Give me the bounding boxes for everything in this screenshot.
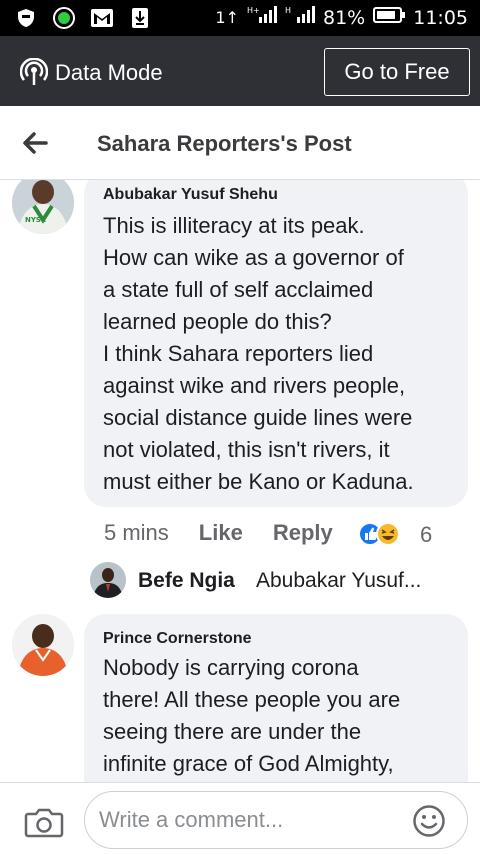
comment-author[interactable]: Prince Cornerstone [103, 630, 251, 648]
signal-icon-2: H [285, 5, 315, 30]
broadcast-icon [19, 57, 49, 86]
comment-line: I think Sahara reporters lied [103, 341, 374, 366]
post-header: Sahara Reporters's Post [0, 106, 480, 180]
avatar[interactable] [12, 614, 74, 676]
like-button[interactable]: Like [199, 520, 243, 546]
comment-line: not violated, this isn't rivers, it [103, 437, 390, 462]
reactions-icon[interactable] [357, 519, 407, 549]
reaction-count[interactable]: 6 [420, 522, 432, 548]
shield-icon [14, 6, 38, 30]
comment-line: against wike and rivers people, [103, 373, 406, 398]
comment-line: there! All these people you are [103, 687, 401, 712]
page-title: Sahara Reporters's Post [97, 131, 352, 156]
comment-author[interactable]: Abubakar Yusuf Shehu [103, 186, 278, 204]
comment-text: Nobody is carrying corona there! All the… [103, 652, 400, 780]
gmail-icon [90, 6, 114, 30]
network-indicator: 1↑ [215, 8, 239, 27]
emoji-icon[interactable] [412, 804, 446, 838]
battery-icon [373, 6, 406, 29]
avatar[interactable]: NYSC [12, 180, 74, 234]
comment-timestamp[interactable]: 5 mins [104, 520, 169, 546]
comments-feed[interactable]: NYSC Abubakar Yusuf Shehu This is illite… [0, 180, 480, 782]
download-icon [128, 6, 152, 30]
comment-line: social distance guide lines were [103, 405, 413, 430]
status-bar: 1↑ H+ H 81% 11:05 [0, 0, 480, 36]
comment-line: must either be Kano or Kaduna. [103, 469, 414, 494]
clock: 11:05 [413, 6, 468, 29]
comment-meta: 5 mins Like Reply [104, 520, 333, 546]
go-to-free-button[interactable]: Go to Free [324, 48, 470, 96]
comment-line: a state full of self acclaimed [103, 277, 374, 302]
comment-line: learned people do this? [103, 309, 332, 334]
reply-snippet: Abubakar Yusuf... [256, 569, 422, 592]
reply-button[interactable]: Reply [273, 520, 333, 546]
comment-text: This is illiteracy at its peak. How can … [103, 210, 414, 498]
comment-input[interactable] [84, 791, 468, 849]
reply-avatar [90, 562, 126, 598]
comment-line: This is illiteracy at its peak. [103, 213, 365, 238]
comment-line: infinite grace of God Almighty, [103, 751, 394, 776]
data-mode-label: Data Mode [55, 60, 163, 85]
reply-preview[interactable]: Befe Ngia Abubakar Yusuf... [90, 560, 470, 600]
comment-line: How can wike as a governor of [103, 245, 404, 270]
nysc-badge: NYSC [25, 216, 46, 224]
svg-text:H: H [285, 6, 291, 15]
back-arrow-icon[interactable] [18, 128, 52, 158]
svg-text:H+: H+ [247, 6, 260, 15]
comment-composer [0, 782, 480, 854]
reply-author[interactable]: Befe Ngia [138, 569, 235, 593]
data-mode-bar: Data Mode Go to Free [0, 36, 480, 106]
haha-reaction-icon [376, 522, 400, 546]
battery-percent: 81% [323, 6, 366, 29]
comment-line: seeing there are under the [103, 719, 362, 744]
camera-icon[interactable] [24, 805, 64, 839]
whatsapp-icon [52, 6, 76, 30]
comment-line: Nobody is carrying corona [103, 655, 359, 680]
signal-icon: H+ [247, 5, 277, 30]
